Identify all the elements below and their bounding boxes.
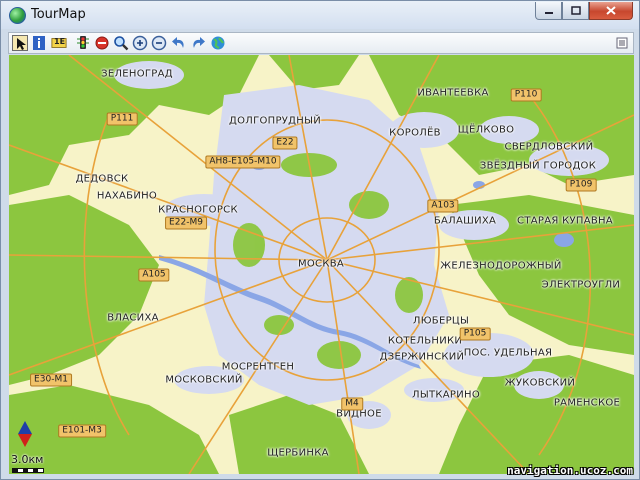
undo-button[interactable] <box>171 35 187 51</box>
place-elektrougli: ЭЛЕКТРОУГЛИ <box>541 279 621 291</box>
road-shield-m4: M4 <box>341 397 363 411</box>
forest-patch <box>349 191 389 219</box>
place-shcherbinka: ЩЕРБИНКА <box>267 447 329 459</box>
place-sverdlovsky: СВЕРДЛОВСКИЙ <box>504 141 594 153</box>
minimize-icon <box>544 11 553 14</box>
place-mosrentgen: МОСРЕНТГЕН <box>221 361 295 373</box>
app-window: TourMap 1E ЗЕЛЕНОГРАД ДОЛГОПРУДНЫЙ ИВАНТ… <box>0 0 640 480</box>
forest-patch <box>233 223 265 267</box>
place-kotelniki: КОТЕЛЬНИКИ <box>387 335 463 347</box>
search-icon <box>114 36 129 51</box>
place-ramenskoe: РАМЕНСКОЕ <box>553 397 621 409</box>
place-udelnaya: ПОС. УДЕЛЬНАЯ <box>463 347 553 359</box>
place-krasnogorsk: КРАСНОГОРСК <box>158 204 238 216</box>
scale-bar <box>12 468 44 473</box>
traffic-light-icon <box>77 36 89 49</box>
traffic-button[interactable] <box>75 35 91 51</box>
place-nakhabino: НАХАБИНО <box>96 190 158 202</box>
minimize-button[interactable] <box>535 2 562 20</box>
close-icon <box>606 6 616 15</box>
place-zelenograd: ЗЕЛЕНОГРАД <box>101 68 173 80</box>
app-globe-icon <box>9 7 26 24</box>
redo-icon <box>193 37 205 48</box>
place-korolev: КОРОЛЁВ <box>389 127 441 139</box>
globe-button[interactable] <box>210 35 226 51</box>
close-button[interactable] <box>589 2 633 20</box>
search-button[interactable] <box>113 35 129 51</box>
undo-icon <box>172 37 184 48</box>
place-dolgoprudny: ДОЛГОПРУДНЫЙ <box>228 115 322 127</box>
road-shield-e22m9: E22-M9 <box>165 216 207 230</box>
place-dedovsk: ДЕДОВСК <box>75 173 129 185</box>
window-controls <box>535 2 633 22</box>
scale-label: 3.0км <box>11 453 44 466</box>
road-shield-a103: A103 <box>427 199 459 213</box>
menu-list-icon <box>616 37 628 49</box>
road-shield-a105: A105 <box>138 268 170 282</box>
route-icon <box>95 36 109 50</box>
measure-button[interactable]: 1E <box>51 35 69 51</box>
watermark: navigation.ucoz.com <box>507 464 633 477</box>
place-lyubertsy: ЛЮБЕРЦЫ <box>412 315 470 327</box>
road-shield-ah8: AH8-E105-M10 <box>205 155 281 169</box>
zoom-out-icon <box>151 35 167 51</box>
measure-label: 1E <box>54 37 66 46</box>
road-shield-p105: P105 <box>459 327 491 341</box>
select-tool-button[interactable] <box>12 35 28 51</box>
info-button[interactable] <box>31 35 47 51</box>
redo-button[interactable] <box>190 35 206 51</box>
road-shield-e30m1: E30-M1 <box>30 373 72 387</box>
road-shield-p111: P111 <box>106 112 138 126</box>
road-shield-e22: E22 <box>272 136 298 150</box>
route-button[interactable] <box>94 35 110 51</box>
compass-icon <box>18 421 32 447</box>
place-dzerzhinsky: ДЗЕРЖИНСКИЙ <box>379 351 465 363</box>
select-arrow-icon <box>17 38 26 50</box>
zoom-in-icon <box>132 35 148 51</box>
road-shield-p110: P110 <box>510 88 542 102</box>
reservoir <box>554 233 574 247</box>
zoom-in-button[interactable] <box>132 35 148 51</box>
toolbar: 1E <box>8 32 634 54</box>
menu-button[interactable] <box>614 35 630 51</box>
maximize-icon <box>570 6 581 15</box>
maximize-button[interactable] <box>562 2 589 20</box>
place-moskovsky: МОСКОВСКИЙ <box>165 374 243 386</box>
globe-icon <box>211 36 225 50</box>
info-icon <box>33 36 45 50</box>
place-shchelkovo: ЩЁЛКОВО <box>457 124 515 136</box>
place-balashikha: БАЛАШИХА <box>433 215 497 227</box>
title-bar[interactable]: TourMap <box>1 1 639 29</box>
road-shield-e101m3: E101-M3 <box>58 424 106 438</box>
place-ivanteevka: ИВАНТЕЕВКА <box>417 87 489 99</box>
place-lytkarino: ЛЫТКАРИНО <box>412 389 480 401</box>
window-title: TourMap <box>31 7 86 22</box>
place-zvezdny: ЗВЁЗДНЫЙ ГОРОДОК <box>479 160 597 172</box>
place-moskva: МОСКВА <box>297 258 345 270</box>
map-view[interactable]: ЗЕЛЕНОГРАД ДОЛГОПРУДНЫЙ ИВАНТЕЕВКА КОРОЛ… <box>9 55 634 474</box>
place-zhukovsky: ЖУКОВСКИЙ <box>504 377 576 389</box>
place-zheleznodorozhny: ЖЕЛЕЗНОДОРОЖНЫЙ <box>440 260 562 272</box>
place-kupavna: СТАРАЯ КУПАВНА <box>517 215 613 227</box>
zoom-out-button[interactable] <box>151 35 167 51</box>
place-vlasikha: ВЛАСИХА <box>107 312 159 324</box>
road-shield-p109: P109 <box>565 178 597 192</box>
